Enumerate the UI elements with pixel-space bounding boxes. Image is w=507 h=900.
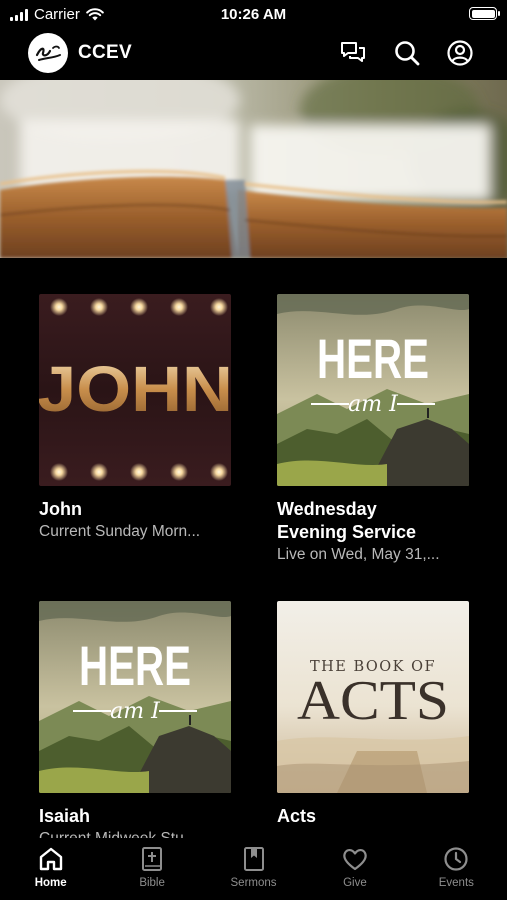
card-title: Isaiah	[39, 806, 91, 826]
series-card-wednesday[interactable]: HERE am I Wednesday Evening Service Live…	[277, 294, 469, 565]
here-am-i-artwork: HERE am I	[39, 601, 231, 793]
here-art-text: HERE	[79, 634, 191, 697]
series-card-acts[interactable]: THE BOOK OF ACTS Acts	[277, 601, 469, 829]
am-i-art-text: am I	[348, 392, 399, 417]
here-am-i-artwork: HERE am I	[277, 294, 469, 486]
tab-give[interactable]: Give	[304, 838, 405, 900]
am-i-art-text: am I	[110, 699, 161, 724]
bottom-tab-bar: Home Bible Sermons Give Events	[0, 838, 507, 900]
tab-label: Home	[34, 877, 67, 889]
card-title: John	[39, 499, 82, 519]
account-icon[interactable]	[446, 39, 474, 67]
battery-icon	[469, 7, 500, 20]
app-header: CCEV	[0, 28, 507, 78]
bible-icon	[142, 847, 163, 871]
series-card-john[interactable]: JOHN John Current Sunday Morn...	[39, 294, 231, 542]
card-subtitle: Current Sunday Morn...	[39, 523, 201, 540]
book-of-acts-artwork: THE BOOK OF ACTS	[277, 601, 469, 793]
tab-sermons[interactable]: Sermons	[203, 838, 304, 900]
john-art-text: JOHN	[39, 353, 231, 425]
card-title: Wednesday Evening Service	[277, 499, 417, 542]
acts-art-text: ACTS	[297, 670, 449, 732]
john-artwork: JOHN	[39, 294, 231, 486]
chat-icon[interactable]	[339, 39, 367, 67]
search-icon[interactable]	[393, 39, 421, 67]
series-card-isaiah[interactable]: HERE am I Isaiah Current Midweek Stu...	[39, 601, 231, 849]
app-title: CCEV	[78, 42, 132, 63]
tab-bible[interactable]: Bible	[101, 838, 202, 900]
clock-icon	[444, 847, 468, 871]
card-title: Acts	[277, 806, 317, 826]
tab-label: Events	[438, 877, 474, 889]
clock-time: 10:26 AM	[220, 6, 287, 23]
tab-label: Sermons	[230, 877, 277, 889]
heart-icon	[343, 848, 367, 871]
card-subtitle: Live on Wed, May 31,...	[277, 546, 440, 563]
bookmark-book-icon	[243, 847, 264, 871]
hero-bible-image	[0, 80, 507, 258]
home-icon	[39, 847, 62, 871]
tab-events[interactable]: Events	[406, 838, 507, 900]
tab-label: Bible	[139, 877, 165, 889]
ccev-logo-icon[interactable]	[28, 33, 68, 73]
status-bar: Carrier 10:26 AM	[0, 0, 507, 28]
tab-home[interactable]: Home	[0, 838, 101, 900]
here-art-text: HERE	[317, 327, 429, 390]
tab-label: Give	[343, 877, 367, 889]
